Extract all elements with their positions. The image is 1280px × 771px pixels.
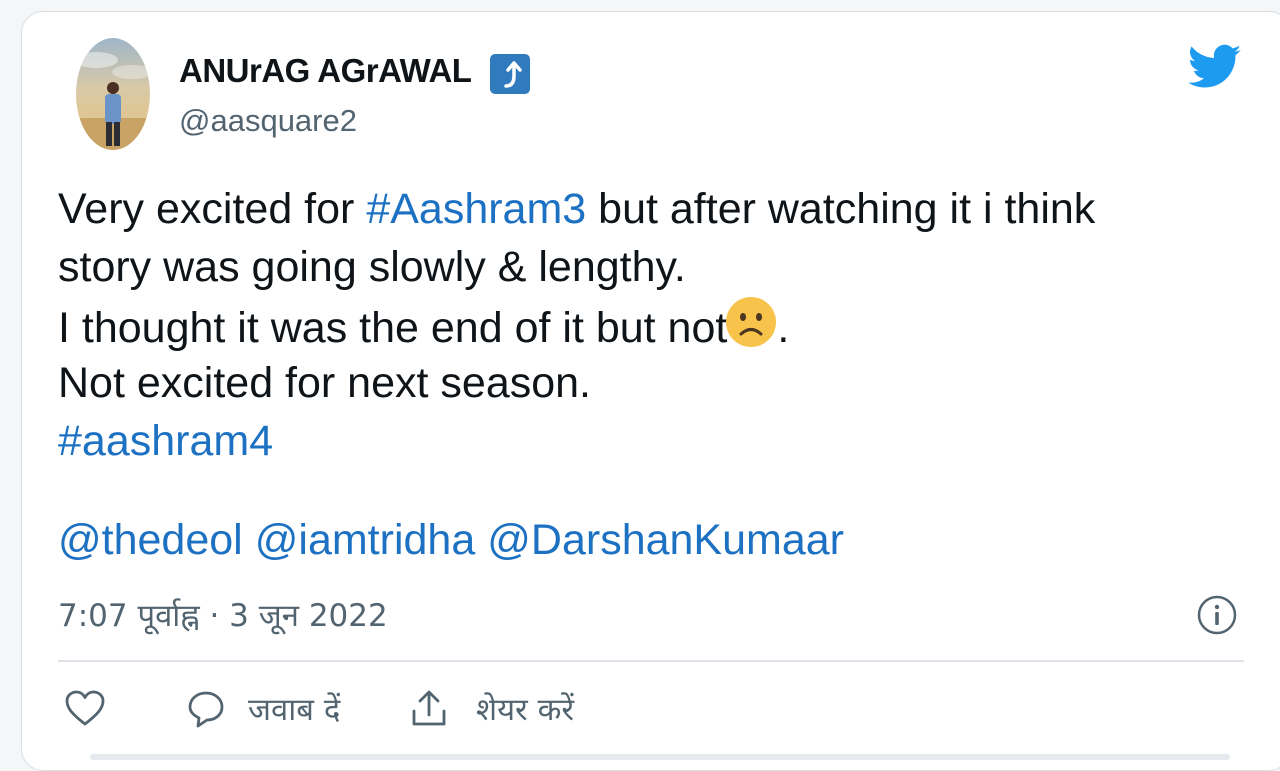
twitter-bird-icon[interactable]	[1188, 44, 1242, 90]
hashtag-aashram3[interactable]: #Aashram3	[366, 185, 586, 233]
mention-darshankumaar[interactable]: @DarshanKumaar	[487, 516, 844, 564]
like-button[interactable]	[64, 690, 106, 728]
tweet-line-2: story was going slowly & lengthy.	[58, 243, 686, 291]
tweet-timestamp[interactable]: 7:07 पूर्वाह्न · 3 जून 2022	[58, 594, 388, 636]
share-label: शेयर करें	[476, 692, 575, 728]
mention-iamtridha[interactable]: @iamtridha	[255, 516, 476, 564]
heart-icon	[65, 690, 105, 726]
arrow-badge-icon	[490, 54, 530, 94]
tweet-line-4: Not excited for next season.	[58, 359, 592, 407]
tweet-text-segment: Very excited for	[58, 185, 367, 233]
info-icon[interactable]	[1196, 594, 1238, 636]
reply-label: जवाब दें	[248, 692, 341, 728]
user-handle[interactable]: @aasquare2	[179, 103, 357, 139]
display-name[interactable]: ANUrAG AGrAWAL	[179, 52, 472, 90]
tweet-line-1: Very excited for #Aashram3 but after wat…	[58, 180, 1238, 238]
share-button[interactable]: शेयर करें	[410, 688, 574, 730]
tweet-text-segment: I thought it was the end of it but not	[58, 304, 728, 352]
hashtag-aashram4[interactable]: #aashram4	[58, 412, 1238, 470]
tweet-text-segment: .	[777, 304, 790, 352]
tweet-text-segment: but after watching it i think	[586, 185, 1096, 233]
share-upload-icon	[412, 690, 446, 726]
avatar[interactable]	[76, 38, 150, 150]
sad-face-emoji-icon	[725, 296, 777, 348]
mentions-row: @thedeol @iamtridha @DarshanKumaar	[58, 516, 856, 565]
card-bottom-edge	[90, 754, 1230, 760]
avatar-image	[76, 38, 150, 150]
tweet-text: Very excited for #Aashram3 but after wat…	[58, 180, 1238, 470]
mention-thedeol[interactable]: @thedeol	[58, 516, 243, 564]
reply-bubble-icon	[188, 691, 224, 728]
reply-button[interactable]: जवाब दें	[186, 688, 340, 730]
divider	[58, 660, 1244, 662]
tweet-line-3: I thought it was the end of it but not.	[58, 296, 1238, 354]
